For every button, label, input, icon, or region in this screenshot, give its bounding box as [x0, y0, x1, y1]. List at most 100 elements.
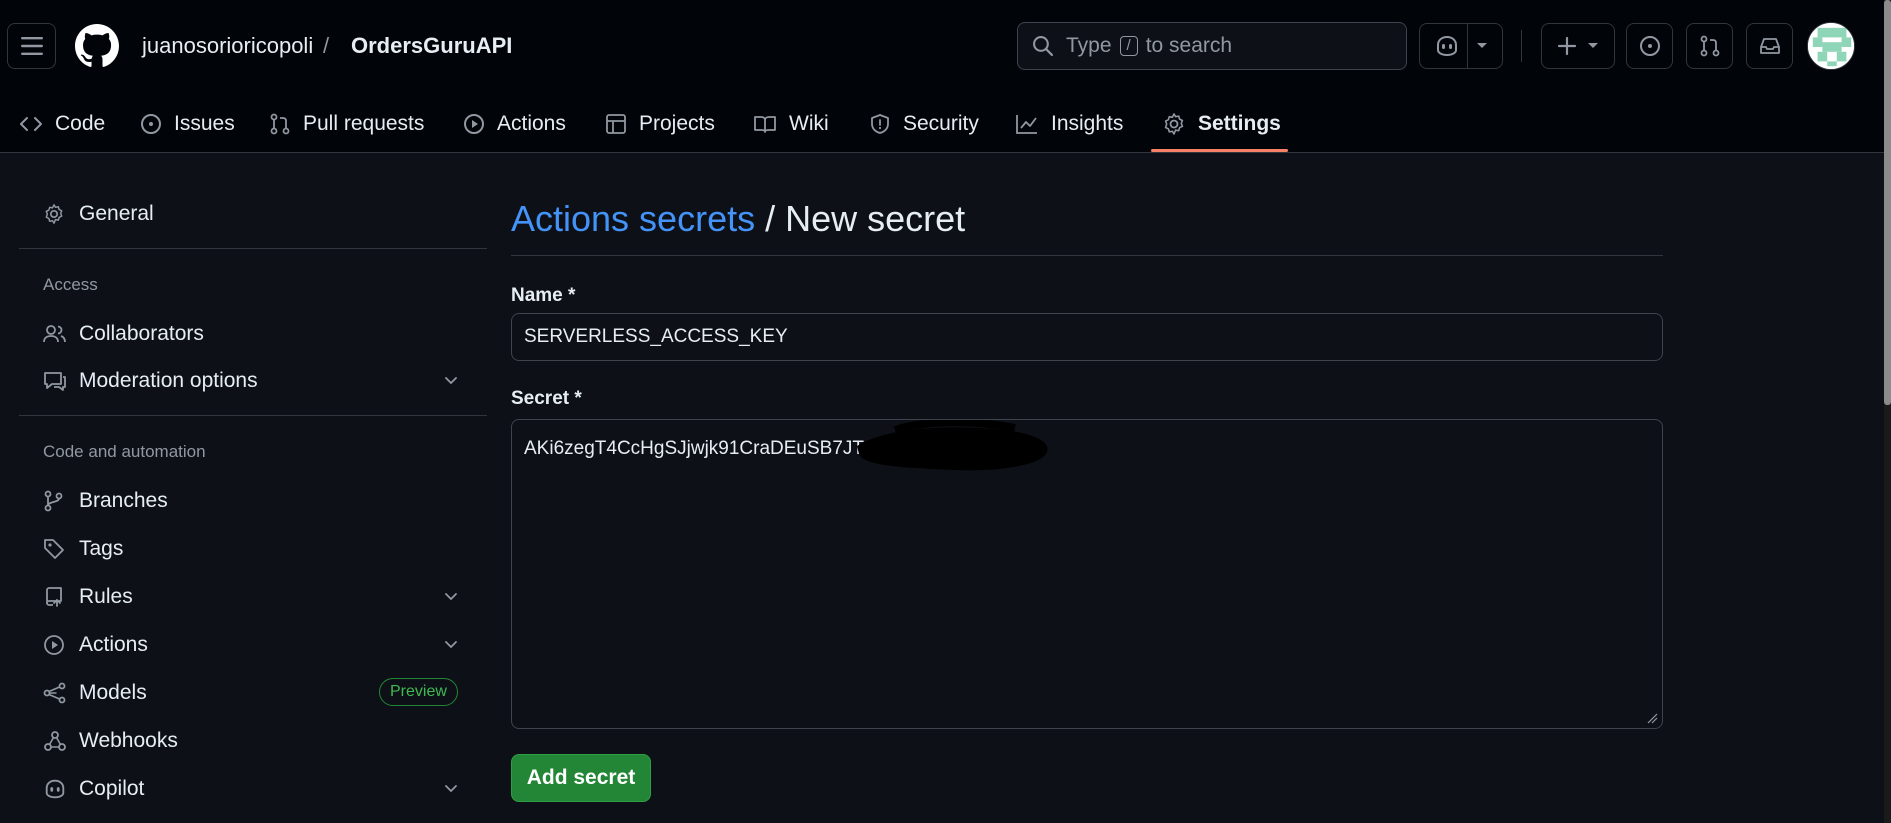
tab-label: Pull requests — [303, 112, 425, 135]
tab-actions[interactable]: Actions — [463, 96, 566, 152]
sidebar-item-moderation[interactable]: Moderation options — [19, 358, 487, 404]
toolbar-divider — [1521, 30, 1522, 62]
sidebar-item-label: Tags — [79, 537, 124, 560]
play-icon — [44, 635, 64, 655]
webhook-icon — [44, 731, 66, 751]
chevron-down-icon — [1588, 43, 1598, 48]
page-title: Actions secrets / New secret — [511, 197, 965, 241]
secret-name-value: SERVERLESS_ACCESS_KEY — [524, 326, 788, 347]
table-icon — [606, 114, 626, 134]
tab-issues[interactable]: Issues — [140, 96, 235, 152]
pull-request-icon — [1700, 35, 1719, 57]
sidebar-item-webhooks[interactable]: Webhooks — [19, 718, 487, 764]
repo-owner-link[interactable]: juanosorioricopoli — [142, 30, 313, 62]
new-secret-form: Actions secrets / New secret Name * SERV… — [511, 153, 1663, 823]
sidebar-item-label: Copilot — [79, 777, 145, 800]
add-secret-button[interactable]: Add secret — [511, 754, 651, 802]
chevron-down-icon — [445, 785, 457, 793]
sidebar-item-label: Rules — [79, 585, 133, 608]
gear-icon — [1164, 113, 1184, 135]
sidebar-item-label: Moderation options — [79, 369, 258, 392]
secret-value-text: AKi6zegT4CcHgSJjwjk91CraDEuSB7JT — [524, 438, 865, 459]
code-icon — [20, 117, 42, 131]
repo-push-icon — [46, 587, 62, 607]
copilot-button-divider — [1467, 24, 1468, 68]
tab-security[interactable]: Security — [869, 96, 979, 152]
shield-icon — [871, 114, 889, 134]
sidebar-item-branches[interactable]: Branches — [19, 478, 487, 524]
copilot-icon — [1437, 35, 1457, 57]
sidebar-item-general[interactable]: General — [19, 191, 487, 237]
sidebar-divider — [19, 248, 487, 249]
issue-icon — [1639, 36, 1660, 56]
page-title-text: / New secret — [755, 198, 966, 239]
user-avatar[interactable] — [1807, 22, 1855, 70]
tab-label: Insights — [1051, 112, 1124, 135]
tab-label: Issues — [174, 112, 235, 135]
secret-name-input[interactable]: SERVERLESS_ACCESS_KEY — [511, 313, 1663, 361]
sidebar-divider — [19, 415, 487, 416]
settings-sidebar: General Access Collaborators Moderation … — [19, 153, 487, 823]
tab-projects[interactable]: Projects — [605, 96, 715, 152]
sidebar-item-copilot[interactable]: Copilot — [19, 766, 487, 812]
repo-name-link[interactable]: OrdersGuruAPI — [351, 30, 512, 62]
identicon-icon — [1808, 23, 1854, 69]
book-icon — [754, 116, 776, 133]
sidebar-item-models[interactable]: Models Preview — [19, 670, 487, 716]
hamburger-icon — [20, 37, 43, 55]
branch-icon — [44, 490, 63, 512]
chevron-down-icon — [1477, 43, 1487, 48]
sidebar-item-label: Models — [79, 681, 147, 704]
tag-icon — [44, 539, 64, 559]
play-icon — [464, 114, 484, 134]
tab-label: Wiki — [789, 112, 829, 135]
sidebar-item-collaborators[interactable]: Collaborators — [19, 311, 487, 357]
copilot-icon — [45, 779, 65, 799]
actions-secrets-link[interactable]: Actions secrets — [511, 198, 755, 239]
create-new-button[interactable] — [1541, 23, 1615, 69]
plus-icon — [1557, 36, 1577, 56]
tab-label: Security — [903, 112, 979, 135]
pull-request-icon — [270, 113, 290, 135]
tab-insights[interactable]: Insights — [1015, 96, 1123, 152]
issues-button[interactable] — [1626, 23, 1673, 69]
sidebar-item-rules[interactable]: Rules — [19, 574, 487, 620]
preview-badge: Preview — [379, 678, 458, 706]
copilot-button[interactable] — [1419, 23, 1503, 69]
graph-icon — [1016, 115, 1037, 134]
search-prefix: Type — [1066, 34, 1112, 57]
sidebar-item-actions[interactable]: Actions — [19, 622, 487, 668]
secret-value-textarea[interactable]: AKi6zegT4CcHgSJjwjk91CraDEuSB7JT — [511, 419, 1663, 729]
issue-icon — [141, 114, 161, 134]
chevron-down-icon — [445, 641, 457, 649]
tab-label: Actions — [497, 112, 566, 135]
tab-pull-requests[interactable]: Pull requests — [269, 96, 424, 152]
add-secret-label: Add secret — [526, 766, 636, 789]
breadcrumb-separator: / — [323, 33, 330, 58]
tab-code[interactable]: Code — [19, 96, 105, 152]
tab-settings[interactable]: Settings — [1162, 96, 1281, 152]
app-header: juanosorioricopoli / OrdersGuruAPI Type … — [0, 0, 1891, 153]
active-tab-indicator — [1151, 149, 1288, 152]
github-logo-icon[interactable] — [75, 24, 119, 68]
repo-nav: Code Issues Pull requests Actions Projec… — [0, 96, 1891, 152]
tab-wiki[interactable]: Wiki — [753, 96, 829, 152]
inbox-button[interactable] — [1746, 23, 1793, 69]
tab-label: Projects — [639, 112, 715, 135]
sidebar-item-label: Collaborators — [79, 322, 204, 345]
search-icon — [1033, 36, 1054, 57]
scrollbar-thumb[interactable] — [1884, 0, 1891, 405]
menu-button[interactable] — [7, 23, 56, 69]
resize-handle-icon[interactable] — [1646, 712, 1658, 724]
pull-requests-button[interactable] — [1686, 23, 1733, 69]
chevron-down-icon — [445, 593, 457, 601]
models-icon — [43, 682, 66, 704]
sidebar-item-tags[interactable]: Tags — [19, 526, 487, 572]
redaction-scribble — [857, 420, 1048, 471]
top-bar: juanosorioricopoli / OrdersGuruAPI Type … — [0, 0, 1891, 92]
search-input[interactable]: Type / to search — [1017, 22, 1407, 70]
tab-label: Settings — [1198, 112, 1281, 135]
people-icon — [43, 325, 66, 343]
sidebar-item-label: Branches — [79, 489, 168, 512]
search-suffix: to search — [1145, 34, 1233, 57]
